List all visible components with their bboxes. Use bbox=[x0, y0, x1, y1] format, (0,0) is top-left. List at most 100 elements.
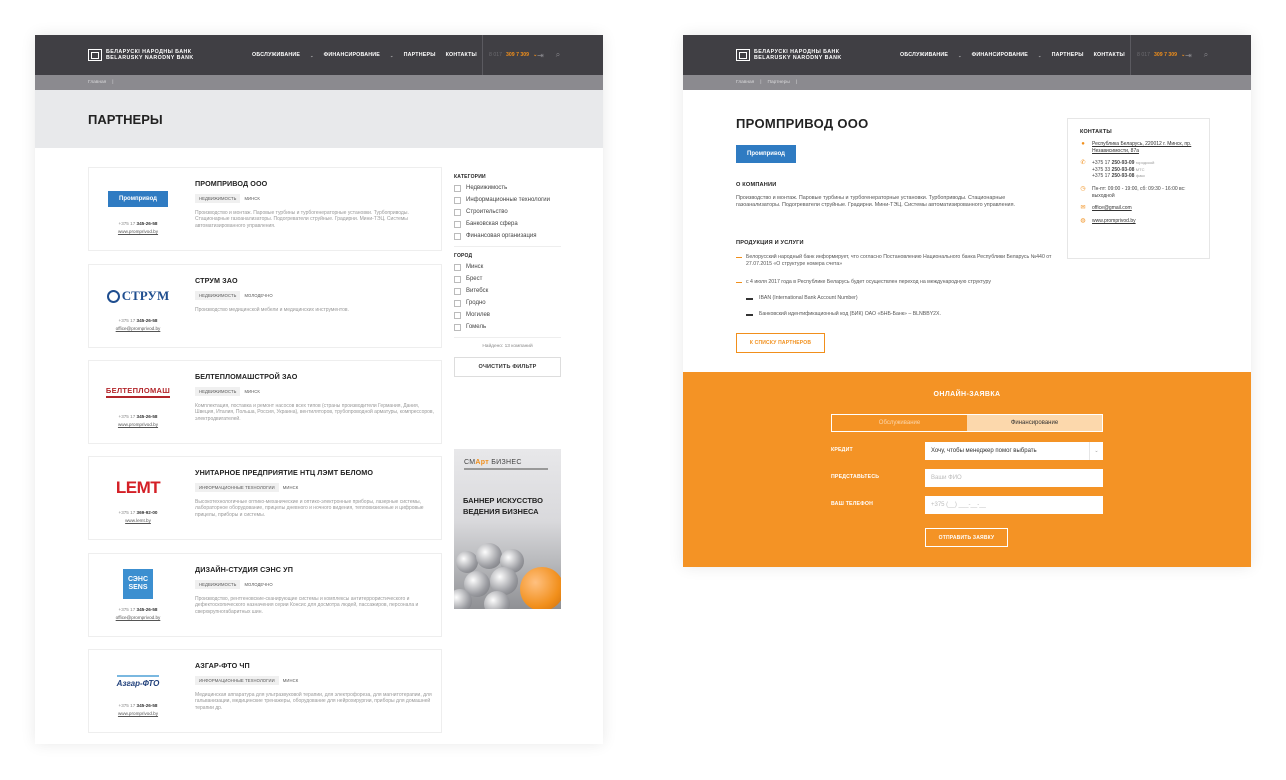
bank-logo-icon bbox=[88, 49, 102, 61]
category-tag: НЕДВИЖИМОСТЬ bbox=[195, 387, 241, 396]
partner-description: Производство медицинской мебели и медици… bbox=[195, 307, 349, 313]
page-title: ПРОМПРИВОД ООО bbox=[736, 116, 869, 131]
category-tag: НЕДВИЖИМОСТЬ bbox=[195, 194, 241, 203]
sphere-decoration bbox=[520, 567, 561, 609]
chevron-down-icon: ⌄ bbox=[958, 52, 962, 58]
logo-line-2: BELARUSKY NARODNY BANK bbox=[754, 55, 842, 61]
city-checkbox[interactable]: Брест bbox=[454, 276, 561, 283]
header-phone[interactable]: 8 017 309 7 309 ⌄ bbox=[1130, 35, 1185, 75]
partner-card[interactable]: Азгар-ФТО +375 17 345-26-58 www.prompriv… bbox=[88, 649, 442, 733]
ad-banner[interactable]: СМАрт БИЗНЕС БАННЕР ИСКУССТВО ВЕДЕНИЯ БИ… bbox=[454, 449, 561, 609]
login-icon[interactable]: ⇥ bbox=[1185, 51, 1192, 60]
partner-description: Производство, рентгеновские-сканирующие … bbox=[195, 596, 419, 615]
city-checkbox[interactable]: Минск bbox=[454, 264, 561, 271]
category-checkbox[interactable]: Банковская сфера bbox=[454, 221, 561, 228]
nav-item-service[interactable]: ОБСЛУЖИВАНИЕ bbox=[900, 52, 948, 58]
partner-card[interactable]: LEMT +375 17 369-92-00 www.lemt.by УНИТА… bbox=[88, 456, 442, 540]
nav-item-service[interactable]: ОБСЛУЖИВАНИЕ bbox=[252, 52, 300, 58]
partner-link[interactable]: www.lemt.by bbox=[125, 518, 151, 523]
partner-link[interactable]: www.promprivod.by bbox=[118, 422, 158, 427]
search-icon[interactable]: ⌕ bbox=[556, 50, 560, 60]
bank-logo[interactable]: БЕЛАРУСКІ НАРОДНЫ БАНК BELARUSKY NARODNY… bbox=[88, 49, 194, 61]
partner-name[interactable]: ДИЗАЙН-СТУДИЯ СЭНС УП bbox=[195, 565, 435, 574]
partner-name[interactable]: УНИТАРНОЕ ПРЕДПРИЯТИЕ НТЦ ЛЭМТ БЕЛОМО bbox=[195, 468, 435, 477]
category-tag: ИНФОРМАЦИОННЫЕ ТЕХНОЛОГИИ bbox=[195, 483, 279, 492]
product-item: с 4 июля 2017 года в Республике Беларусь… bbox=[736, 279, 1056, 286]
credit-select[interactable]: Хочу, чтобы менеджер помог выбрать ⌄ bbox=[925, 442, 1103, 460]
city-checkbox[interactable]: Витебск bbox=[454, 288, 561, 295]
category-checkbox[interactable]: Информационные технологии bbox=[454, 197, 561, 204]
contacts-title: КОНТАКТЫ bbox=[1080, 129, 1112, 135]
categories-title: КАТЕГОРИИ bbox=[454, 174, 486, 180]
partner-link[interactable]: www.promprivod.by bbox=[118, 711, 158, 716]
breadcrumb-home[interactable]: Главная bbox=[736, 80, 754, 85]
bank-logo[interactable]: БЕЛАРУСКІ НАРОДНЫ БАНК BELARUSKY NARODNY… bbox=[736, 49, 842, 61]
phone-label: ВАШ ТЕЛЕФОН bbox=[831, 501, 874, 507]
partner-name[interactable]: БЕЛТЕПЛОМАШСТРОЙ ЗАО bbox=[195, 372, 435, 381]
header-phone[interactable]: 8 017 309 7 309 ⌄ bbox=[482, 35, 537, 75]
partner-name[interactable]: ПРОМПРИВОД ООО bbox=[195, 179, 435, 188]
working-hours: Пн-пт: 09:00 - 19:00, сб: 09:30 - 16:00 … bbox=[1092, 185, 1186, 199]
phone-input[interactable]: +375 (__) ___-__-__ bbox=[925, 496, 1103, 514]
address-link[interactable]: Республика Беларусь, 220012 г. Минск, пр… bbox=[1092, 141, 1197, 154]
partners-list-screen: БЕЛАРУСКІ НАРОДНЫ БАНК BELARUSKY NARODNY… bbox=[35, 35, 603, 744]
city-checkbox[interactable]: Гомель bbox=[454, 324, 561, 331]
phone-number: 309 7 309 bbox=[505, 52, 530, 58]
partner-name[interactable]: АЗГАР-ФТО ЧП bbox=[195, 661, 435, 670]
partner-description: Высокотехнологичные оптико-механические … bbox=[195, 499, 424, 518]
location-pin-icon: ● bbox=[1081, 141, 1085, 147]
partner-link[interactable]: office@promprivod.by bbox=[116, 615, 161, 620]
search-icon[interactable]: ⌕ bbox=[1204, 50, 1208, 60]
city-tag: МИНСК bbox=[282, 485, 299, 490]
contact-phone: +375 33 250-93-08 МТС bbox=[1092, 166, 1145, 173]
nav-item-contacts[interactable]: КОНТАКТЫ bbox=[446, 52, 477, 58]
partner-card[interactable]: Промпривод +375 17 345-26-58 www.prompri… bbox=[88, 167, 442, 251]
partner-card[interactable]: СТРУМ +375 17 345-26-58 office@promprivo… bbox=[88, 264, 442, 348]
sphere-decoration bbox=[476, 543, 502, 569]
partner-card[interactable]: БЕЛТЕПЛОМАШ +375 17 345-26-58 www.prompr… bbox=[88, 360, 442, 444]
category-tag: ИНФОРМАЦИОННЫЕ ТЕХНОЛОГИИ bbox=[195, 676, 279, 685]
login-icon[interactable]: ⇥ bbox=[537, 51, 544, 60]
partner-card[interactable]: СЭНС SENS +375 17 345-26-58 office@promp… bbox=[88, 553, 442, 637]
city-tag: МИНСК bbox=[244, 389, 260, 394]
nav-item-contacts[interactable]: КОНТАКТЫ bbox=[1094, 52, 1125, 58]
website-link[interactable]: www.promprivod.by bbox=[1092, 218, 1136, 225]
name-label: ПРЕДСТАВЬТЕСЬ bbox=[831, 474, 880, 480]
tab-service[interactable]: Обслуживание bbox=[832, 415, 967, 431]
site-header: БЕЛАРУСКІ НАРОДНЫ БАНК BELARUSKY NARODNY… bbox=[683, 35, 1251, 75]
email-link[interactable]: office@gmail.com bbox=[1092, 205, 1132, 212]
partner-description: Производство и монтаж. Паровые турбины и… bbox=[195, 210, 409, 229]
form-tabs: Обслуживание Финансирование bbox=[831, 414, 1103, 432]
partner-phone: +375 17 345-26-58 bbox=[118, 221, 158, 226]
banner-logo: СМАрт БИЗНЕС bbox=[464, 459, 522, 466]
nav-item-financing[interactable]: ФИНАНСИРОВАНИЕ bbox=[972, 52, 1028, 58]
city-checkbox[interactable]: Могилев bbox=[454, 312, 561, 319]
nav-item-partners[interactable]: ПАРТНЕРЫ bbox=[404, 52, 436, 58]
partner-link[interactable]: office@promprivod.by bbox=[116, 326, 161, 331]
partner-detail-screen: БЕЛАРУСКІ НАРОДНЫ БАНК BELARUSKY NARODNY… bbox=[683, 35, 1251, 567]
breadcrumb-home[interactable]: Главная bbox=[88, 80, 106, 85]
city-tag: МИНСК bbox=[244, 196, 260, 201]
category-checkbox[interactable]: Недвижимость bbox=[454, 185, 561, 192]
nav-item-financing[interactable]: ФИНАНСИРОВАНИЕ bbox=[324, 52, 380, 58]
tab-financing[interactable]: Финансирование bbox=[967, 415, 1102, 431]
partner-link[interactable]: www.promprivod.by bbox=[118, 229, 158, 234]
contact-phone: +375 17 250-93-09 городской bbox=[1092, 160, 1155, 167]
breadcrumb-partners[interactable]: Партнеры bbox=[768, 80, 790, 85]
name-input[interactable]: Ваши ФИО bbox=[925, 469, 1103, 487]
breadcrumb: Главная | Партнеры | bbox=[683, 75, 1251, 90]
globe-icon: ◍ bbox=[1080, 217, 1086, 224]
submit-request-button[interactable]: ОТПРАВИТЬ ЗАЯВКУ bbox=[925, 528, 1008, 547]
city-tag: МОЛОДЕЧНО bbox=[244, 293, 273, 298]
nav-item-partners[interactable]: ПАРТНЕРЫ bbox=[1052, 52, 1084, 58]
sphere-decoration bbox=[456, 551, 478, 573]
category-checkbox[interactable]: Финансовая организация bbox=[454, 233, 561, 240]
partner-name[interactable]: СТРУМ ЗАО bbox=[195, 276, 435, 285]
credit-label: КРЕДИТ bbox=[831, 447, 853, 453]
chevron-down-icon: ⌄ bbox=[390, 52, 394, 58]
city-checkbox[interactable]: Гродно bbox=[454, 300, 561, 307]
clear-filter-button[interactable]: ОЧИСТИТЬ ФИЛЬТР bbox=[454, 357, 561, 377]
back-to-partners-button[interactable]: К СПИСКУ ПАРТНЕРОВ bbox=[736, 333, 825, 353]
mail-icon: ✉ bbox=[1080, 205, 1086, 212]
category-checkbox[interactable]: Строительство bbox=[454, 209, 561, 216]
